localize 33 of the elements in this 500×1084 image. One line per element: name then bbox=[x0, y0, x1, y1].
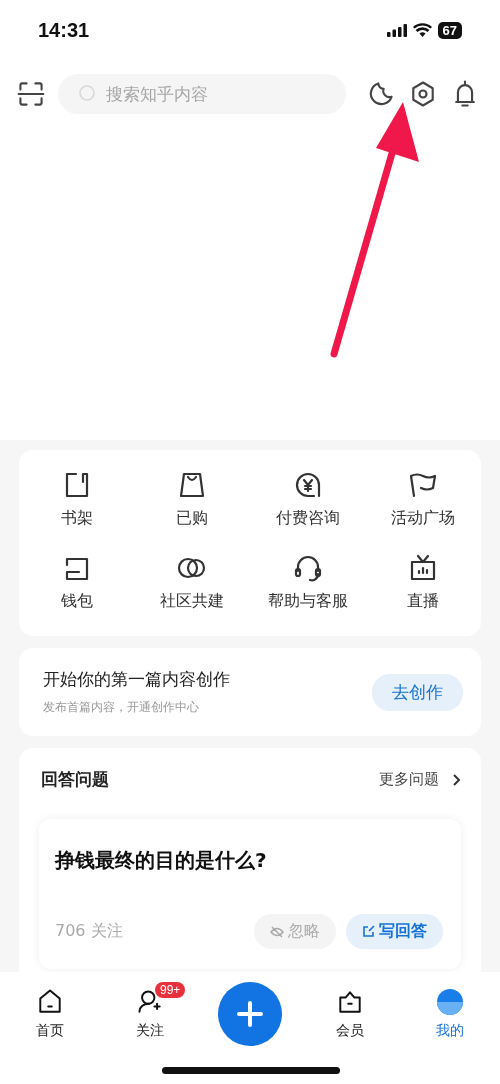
plus-icon bbox=[237, 1001, 263, 1027]
search-icon bbox=[78, 84, 98, 104]
signal-icon bbox=[386, 23, 407, 37]
notification-badge: 99+ bbox=[155, 982, 186, 998]
scan-icon[interactable] bbox=[16, 79, 46, 109]
question-title: 挣钱最终的目的是什么? bbox=[55, 847, 268, 874]
section-title: 回答问题 bbox=[41, 768, 109, 791]
shortcut-item[interactable]: 钱包 bbox=[19, 551, 135, 612]
tab-item[interactable]: 我的 bbox=[400, 986, 500, 1084]
shortcut-item[interactable]: 付费咨询 bbox=[250, 468, 366, 529]
search-field[interactable]: 搜索知乎内容 bbox=[58, 74, 346, 114]
create-subtitle: 发布首篇内容，开通创作中心 bbox=[43, 699, 200, 716]
shortcut-item[interactable]: 直播 bbox=[365, 551, 481, 612]
shortcut-item[interactable]: 活动广场 bbox=[365, 468, 481, 529]
create-button[interactable]: 去创作 bbox=[372, 673, 463, 711]
question-card[interactable]: 挣钱最终的目的是什么? 706 关注 忽略 写回答 bbox=[39, 819, 461, 969]
answer-button[interactable]: 写回答 bbox=[346, 914, 443, 949]
follower-count: 706 关注 bbox=[55, 921, 124, 942]
shortcut-item[interactable]: 帮助与客服 bbox=[250, 551, 366, 612]
tab-item[interactable]: 会员 bbox=[300, 986, 400, 1084]
create-title: 开始你的第一篇内容创作 bbox=[43, 668, 230, 691]
edit-icon bbox=[362, 925, 375, 938]
more-questions-link[interactable]: 更多问题 bbox=[379, 770, 461, 789]
shortcut-item[interactable]: 书架 bbox=[19, 468, 135, 529]
chevron-icon bbox=[451, 772, 461, 787]
status-time: 14:31 bbox=[38, 18, 90, 42]
eye-off-icon bbox=[270, 925, 284, 938]
wifi-icon bbox=[412, 23, 432, 37]
shortcut-item[interactable]: 已购 bbox=[134, 468, 250, 529]
avatar-icon bbox=[436, 988, 464, 1016]
shortcut-item[interactable]: 社区共建 bbox=[134, 551, 250, 612]
tab-item[interactable]: 首页 bbox=[0, 986, 100, 1084]
battery-level: 67 bbox=[437, 21, 462, 39]
